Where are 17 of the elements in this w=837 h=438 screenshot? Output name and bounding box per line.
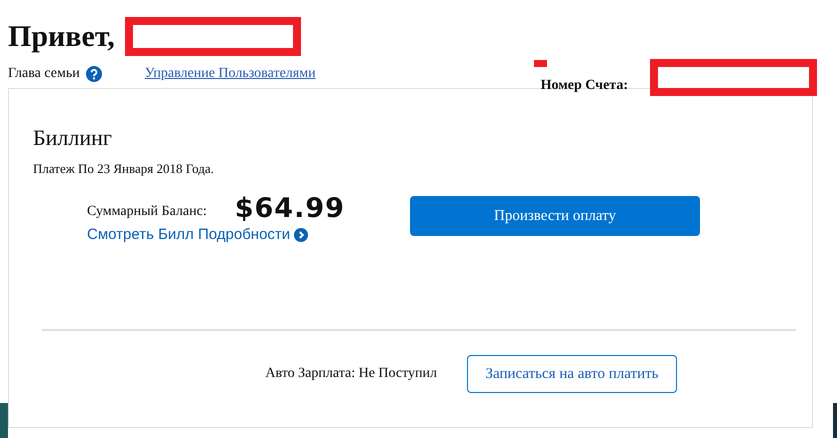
- greeting-heading: Привет,: [8, 18, 115, 54]
- role-label: Глава семьи: [8, 66, 80, 82]
- pay-button[interactable]: Произвести оплату: [410, 196, 700, 236]
- account-number-label: Номер Счета:: [540, 78, 628, 94]
- due-date-text: Платеж По 23 Января 2018 Года.: [33, 161, 215, 177]
- redaction-mark: [534, 60, 547, 67]
- footer-band: [0, 403, 8, 438]
- autopay-status: Авто Зарплата: Не Поступил: [265, 366, 437, 382]
- manage-users-link[interactable]: Управление Пользователями: [144, 66, 316, 82]
- footer-band: [833, 403, 837, 438]
- autopay-enroll-button[interactable]: Записаться на авто платить: [467, 355, 677, 393]
- chevron-right-icon[interactable]: [294, 228, 308, 242]
- billing-title: Биллинг: [33, 124, 113, 152]
- balance-amount: $64.99: [234, 193, 345, 224]
- help-icon[interactable]: [86, 66, 102, 82]
- bill-details-link[interactable]: Смотреть Билл Подробности: [87, 226, 290, 243]
- balance-label: Суммарный Баланс:: [87, 204, 207, 220]
